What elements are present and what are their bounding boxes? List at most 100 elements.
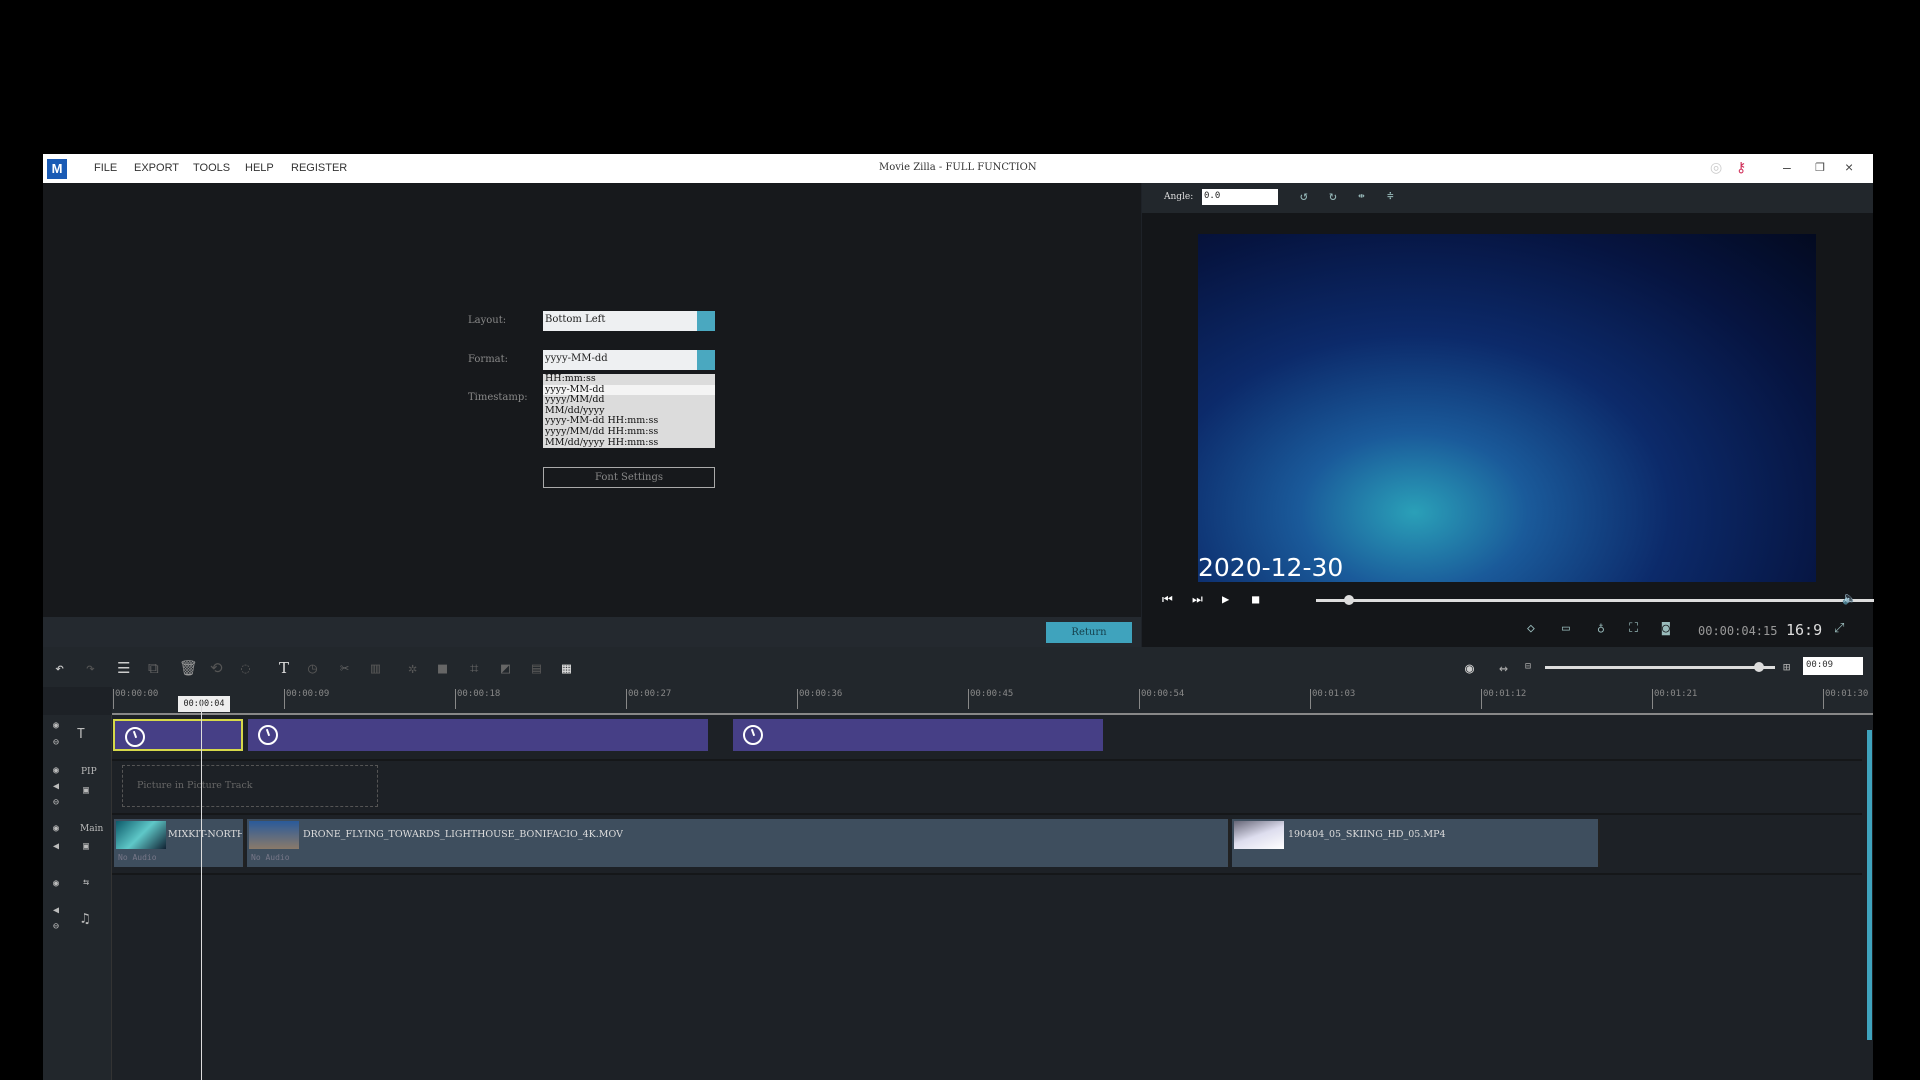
text-clip[interactable] — [248, 719, 708, 751]
paint-bucket-icon[interactable]: ◇ — [1527, 621, 1535, 636]
split-icon[interactable]: ▥ — [371, 659, 380, 677]
next-frame-button[interactable]: ⏭ — [1192, 592, 1203, 607]
zoom-value-input[interactable]: 00:09 — [1803, 657, 1863, 675]
play-button[interactable]: ▶ — [1222, 592, 1229, 606]
video-clip[interactable]: MIXKIT-NORTHE No Audio — [114, 819, 245, 867]
layout-label: Layout: — [468, 315, 507, 326]
format-option[interactable]: MM/dd/yyyy HH:mm:ss — [543, 437, 715, 449]
flip-vertical-icon[interactable]: ≑ — [1387, 189, 1394, 202]
time-ruler[interactable]: 00:00:00 00:00:09 00:00:18 00:00:27 00:00:36… — [112, 687, 1873, 715]
layout-icon[interactable]: ▤ — [532, 659, 541, 677]
crop-icon[interactable]: ⌗ — [470, 659, 478, 677]
text-clip[interactable] — [733, 719, 1103, 751]
return-button[interactable]: Return — [1046, 622, 1132, 643]
main-track-label: Main — [80, 824, 104, 834]
stop-button[interactable]: ■ — [1252, 592, 1259, 606]
speaker-icon[interactable]: ◀ — [53, 781, 59, 792]
eye-icon[interactable]: ◉ — [53, 720, 59, 731]
main-track: MIXKIT-NORTHE No Audio DRONE_FLYING_TOWAR… — [112, 815, 1862, 875]
main-track-icon: ▣ — [83, 841, 90, 852]
format-select[interactable]: yyyy-MM-dd — [543, 350, 715, 370]
restore-button[interactable]: ❐ — [1815, 161, 1825, 174]
key-icon[interactable]: ⚷ — [1736, 159, 1746, 176]
eye-icon[interactable]: ◉ — [53, 765, 59, 776]
previous-frame-button[interactable]: ⏮ — [1162, 592, 1173, 607]
rotate-icon[interactable]: ⟲ — [210, 659, 223, 677]
snap-icon[interactable]: ◉ — [1465, 659, 1474, 677]
eye-icon[interactable]: ◉ — [53, 823, 59, 834]
speed-icon[interactable]: ◌ — [241, 659, 250, 677]
zoom-out-icon[interactable]: ⊟ — [1525, 661, 1531, 672]
text-track — [112, 715, 1862, 761]
eye-icon[interactable]: ◉ — [53, 878, 59, 889]
fullscreen-icon[interactable]: ⤢ — [1834, 621, 1844, 636]
vertical-scrollbar[interactable] — [1867, 730, 1872, 1040]
dropdown-arrow-icon[interactable] — [697, 350, 715, 370]
text-track-icon: T — [77, 727, 85, 742]
snapshot-icon[interactable]: ◙ — [1662, 621, 1670, 636]
flip-horizontal-icon[interactable]: ⇹ — [1358, 189, 1365, 202]
rotate-left-icon[interactable]: ↺ — [1300, 189, 1308, 204]
redo-icon[interactable]: ↷ — [86, 659, 95, 677]
dropdown-arrow-icon[interactable] — [697, 311, 715, 331]
menu-export[interactable]: EXPORT — [134, 162, 179, 174]
cart-icon[interactable]: ◎ — [1710, 159, 1722, 176]
format-option[interactable]: yyyy/MM/dd HH:mm:ss — [543, 426, 715, 438]
ruler-tick-label: 00:00:36 — [797, 689, 842, 709]
pip-icon[interactable]: ◩ — [501, 659, 510, 677]
ruler-tick-label: 00:00:18 — [455, 689, 500, 709]
video-clip[interactable]: 190404_05_SKIING_HD_05.MP4 — [1232, 819, 1600, 867]
clock-icon[interactable]: ◷ — [308, 659, 317, 677]
delete-icon[interactable]: 🗑 — [179, 659, 198, 677]
playback-slider[interactable] — [1316, 599, 1874, 602]
video-clip[interactable]: DRONE_FLYING_TOWARDS_LIGHTHOUSE_BONIFACI… — [247, 819, 1230, 867]
cut-icon[interactable]: ✂ — [340, 659, 349, 677]
zoom-slider[interactable] — [1545, 666, 1775, 669]
zoom-in-icon[interactable]: ⊞ — [1783, 660, 1790, 674]
calendar-timestamp-icon[interactable]: ▦ — [562, 659, 571, 677]
camera-record-icon[interactable]: ▭ — [1562, 621, 1570, 636]
playhead[interactable] — [201, 699, 202, 1080]
mosaic-icon[interactable]: ■ — [438, 659, 447, 677]
title-bar: M FILE EXPORT TOOLS HELP REGISTER Movie … — [43, 154, 1873, 183]
adjust-icon[interactable]: ☰ — [117, 659, 130, 677]
undo-icon[interactable]: ↶ — [55, 659, 64, 677]
fit-icon[interactable]: ↔ — [1499, 659, 1508, 677]
link-icon[interactable]: ⊖ — [53, 921, 59, 932]
aspect-ratio-button[interactable]: 16:9 — [1786, 621, 1822, 639]
menu-help[interactable]: HELP — [245, 162, 274, 174]
ruler-tick-label: 00:00:00 — [113, 689, 158, 709]
volume-icon[interactable]: 🔈 — [1842, 591, 1857, 605]
font-settings-button[interactable]: Font Settings — [543, 467, 715, 488]
angle-input[interactable]: 0.0 — [1202, 189, 1278, 205]
effect-icon[interactable]: ✲ — [408, 659, 417, 677]
text-icon[interactable]: T — [279, 659, 289, 677]
format-label: Format: — [468, 354, 509, 365]
menu-file[interactable]: FILE — [94, 162, 117, 174]
playback-slider-handle[interactable] — [1344, 595, 1355, 605]
speaker-icon[interactable]: ◀ — [53, 841, 59, 852]
clip-thumbnail — [116, 821, 166, 849]
pip-placeholder[interactable]: Picture in Picture Track — [122, 765, 378, 807]
menu-register[interactable]: REGISTER — [291, 162, 347, 174]
timeline-toolbar: ↶ ↷ ☰ ⧉ 🗑 ⟲ ◌ T ◷ ✂ ▥ ✲ ■ ⌗ ◩ ▤ ▦ ◉ ↔ ⊟ … — [43, 647, 1873, 687]
menu-tools[interactable]: TOOLS — [193, 162, 230, 174]
close-button[interactable]: × — [1845, 159, 1853, 175]
link-icon[interactable]: ⊖ — [53, 797, 59, 808]
rotate-right-icon[interactable]: ↻ — [1329, 189, 1337, 204]
speaker-icon[interactable]: ◀ — [53, 905, 59, 916]
zoom-slider-handle[interactable] — [1753, 662, 1764, 672]
format-option[interactable]: HH:mm:ss — [543, 373, 715, 385]
copy-icon[interactable]: ⧉ — [148, 659, 159, 677]
window-title: Movie Zilla - FULL FUNCTION — [879, 162, 1037, 173]
format-value: yyyy-MM-dd — [545, 353, 608, 364]
text-clip-selected[interactable] — [113, 719, 243, 751]
transition-track-icon: ⇆ — [83, 877, 90, 888]
layout-select[interactable]: Bottom Left — [543, 311, 715, 331]
minimize-button[interactable]: – — [1783, 159, 1791, 175]
microphone-icon[interactable]: ♁ — [1597, 621, 1605, 636]
ruler-tick-label: 00:01:30 — [1823, 689, 1868, 709]
link-icon[interactable]: ⊖ — [53, 737, 59, 748]
ruler-tick-label: 00:00:45 — [968, 689, 1013, 709]
fullscreen-crop-icon[interactable]: ⛶ — [1629, 621, 1638, 636]
